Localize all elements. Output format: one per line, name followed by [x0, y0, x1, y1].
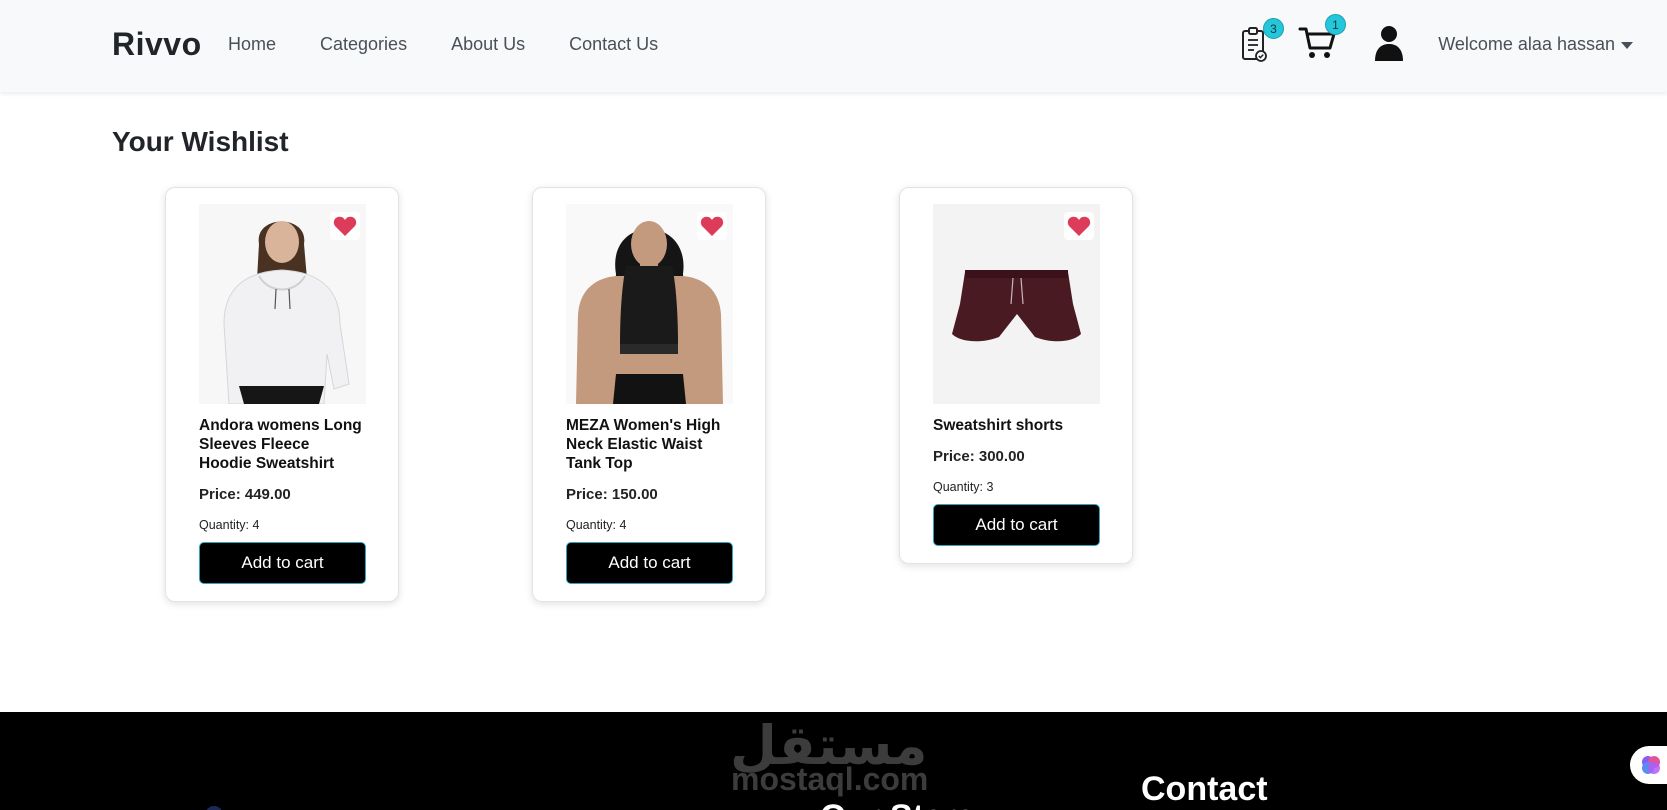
- user-menu-dropdown[interactable]: Welcome alaa hassan: [1438, 34, 1633, 55]
- product-quantity: Quantity: 4: [566, 518, 732, 532]
- nav-link-home[interactable]: Home: [228, 34, 276, 55]
- product-title: Sweatshirt shorts: [933, 417, 1064, 434]
- remove-from-wishlist-button[interactable]: [330, 212, 360, 240]
- wishlist-card: Sweatshirt shorts Price: 300.00 Quantity…: [899, 187, 1133, 564]
- product-price: Price: 449.00: [199, 486, 365, 503]
- product-title: Andora womens Long Sleeves Fleece Hoodie…: [199, 417, 362, 472]
- nav-link-categories[interactable]: Categories: [320, 34, 407, 55]
- caret-down-icon: [1621, 41, 1633, 49]
- product-title: MEZA Women's High Neck Elastic Waist Tan…: [566, 417, 721, 472]
- add-to-cart-button[interactable]: Add to cart: [933, 504, 1100, 546]
- nav-links: Home Categories About Us Contact Us: [228, 34, 658, 55]
- product-quantity: Quantity: 3: [933, 480, 1099, 494]
- price-value: 300.00: [978, 448, 1025, 465]
- wishlist-card: Andora womens Long Sleeves Fleece Hoodie…: [165, 187, 399, 602]
- remove-from-wishlist-button[interactable]: [697, 212, 727, 240]
- add-to-cart-button[interactable]: Add to cart: [199, 542, 366, 584]
- nav-link-contact-us[interactable]: Contact Us: [569, 34, 658, 55]
- add-to-cart-button[interactable]: Add to cart: [566, 542, 733, 584]
- product-price: Price: 300.00: [933, 448, 1099, 465]
- remove-from-wishlist-button[interactable]: [1064, 212, 1094, 240]
- wishlist-card: MEZA Women's High Neck Elastic Waist Tan…: [532, 187, 766, 602]
- floating-assistant-button[interactable]: [1630, 746, 1667, 784]
- nav-link-about-us[interactable]: About Us: [451, 34, 525, 55]
- heart-icon: [1067, 216, 1091, 236]
- quantity-value: 4: [619, 518, 627, 532]
- user-icon: [1375, 26, 1403, 61]
- quantity-label: Quantity:: [933, 480, 984, 494]
- price-label: Price:: [199, 486, 241, 503]
- product-image[interactable]: [566, 204, 733, 404]
- brain-icon: [1642, 756, 1660, 774]
- footer: مستقل mostaql.com Contact Our Stars: [0, 712, 1667, 810]
- watermark-text: mostaql.com: [731, 761, 929, 797]
- cart-button[interactable]: 1: [1298, 14, 1346, 66]
- wishlist-count-badge: 3: [1263, 18, 1284, 39]
- welcome-text: Welcome alaa hassan: [1438, 34, 1615, 54]
- price-label: Price:: [933, 448, 975, 465]
- cart-count-badge: 1: [1325, 14, 1346, 35]
- footer-stars-heading: Our Stars: [820, 798, 975, 810]
- product-price: Price: 150.00: [566, 486, 732, 503]
- quantity-value: 4: [252, 518, 260, 532]
- brand-logo[interactable]: Rivvo: [112, 26, 202, 63]
- product-image[interactable]: [199, 204, 366, 404]
- wishlist-button[interactable]: 3: [1240, 18, 1284, 66]
- heart-icon: [700, 216, 724, 236]
- heart-icon: [333, 216, 357, 236]
- footer-decoration: [205, 806, 223, 810]
- top-navbar: Rivvo Home Categories About Us Contact U…: [0, 0, 1667, 92]
- quantity-value: 3: [986, 480, 994, 494]
- product-quantity: Quantity: 4: [199, 518, 365, 532]
- user-profile-button[interactable]: [1374, 24, 1414, 64]
- product-image[interactable]: [933, 204, 1100, 404]
- price-value: 449.00: [244, 486, 291, 503]
- price-label: Price:: [566, 486, 608, 503]
- quantity-label: Quantity:: [199, 518, 250, 532]
- page-title: Your Wishlist: [112, 126, 289, 157]
- price-value: 150.00: [611, 486, 658, 503]
- footer-contact-heading: Contact: [1141, 770, 1268, 808]
- quantity-label: Quantity:: [566, 518, 617, 532]
